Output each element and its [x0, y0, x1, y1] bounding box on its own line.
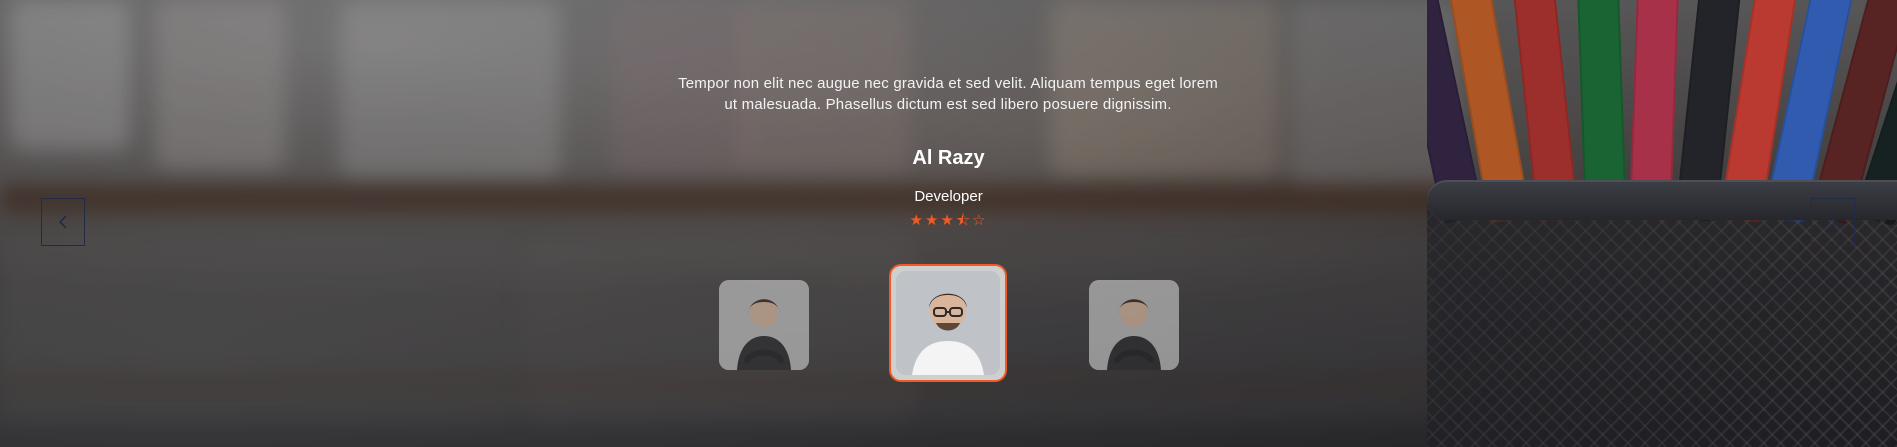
- testimonial-thumbnail-active[interactable]: [889, 264, 1007, 382]
- testimonial-content: Tempor non elit nec augue nec gravida et…: [0, 0, 1897, 447]
- woman-avatar-icon: [1089, 280, 1179, 370]
- man-with-glasses-avatar-icon: [896, 271, 1000, 375]
- star-rating: ★★★⯪☆: [909, 211, 988, 229]
- testimonial-slider: Tempor non elit nec augue nec gravida et…: [0, 0, 1897, 447]
- testimonial-name: Al Razy: [912, 147, 985, 169]
- next-button[interactable]: [1811, 198, 1855, 246]
- chevron-right-icon: [1829, 215, 1837, 229]
- active-avatar: [896, 271, 1000, 375]
- previous-button[interactable]: [41, 198, 85, 246]
- woman-avatar-icon: [719, 280, 809, 370]
- chevron-left-icon: [59, 215, 67, 229]
- testimonial-thumbnail-left[interactable]: [719, 280, 809, 370]
- testimonial-thumbnail-right[interactable]: [1089, 280, 1179, 370]
- testimonial-role: Developer: [914, 188, 983, 205]
- testimonial-quote: Tempor non elit nec augue nec gravida et…: [678, 75, 1218, 113]
